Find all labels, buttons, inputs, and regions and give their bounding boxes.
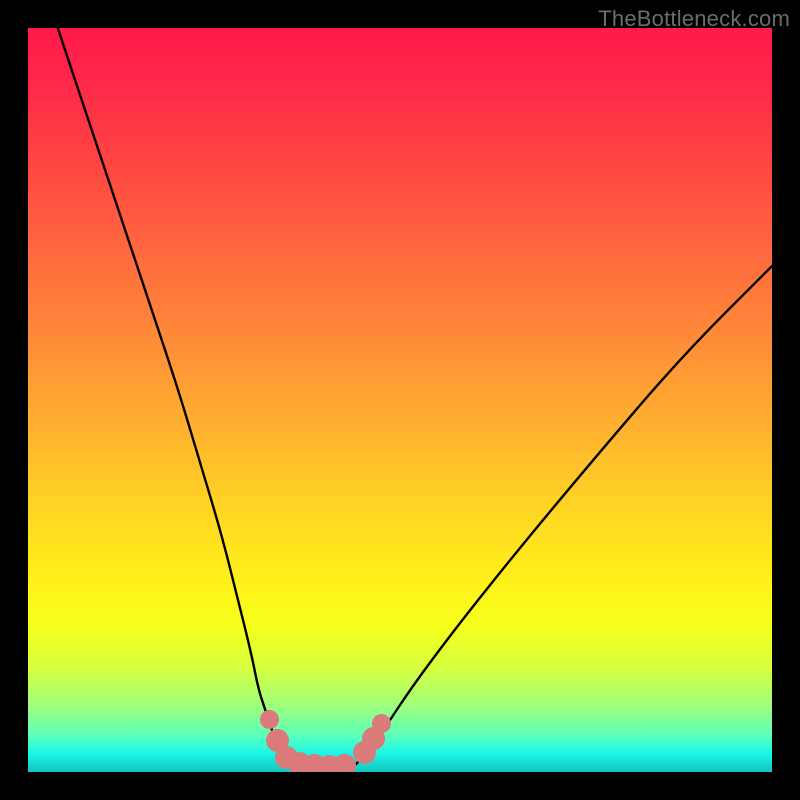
curve-path bbox=[58, 28, 772, 768]
bottleneck-curve bbox=[28, 28, 772, 772]
marker-floor-4 bbox=[333, 754, 356, 772]
marker-right-cluster-3 bbox=[372, 714, 391, 733]
chart-frame: TheBottleneck.com bbox=[0, 0, 800, 800]
watermark-text: TheBottleneck.com bbox=[598, 6, 790, 32]
plot-area bbox=[28, 28, 772, 772]
